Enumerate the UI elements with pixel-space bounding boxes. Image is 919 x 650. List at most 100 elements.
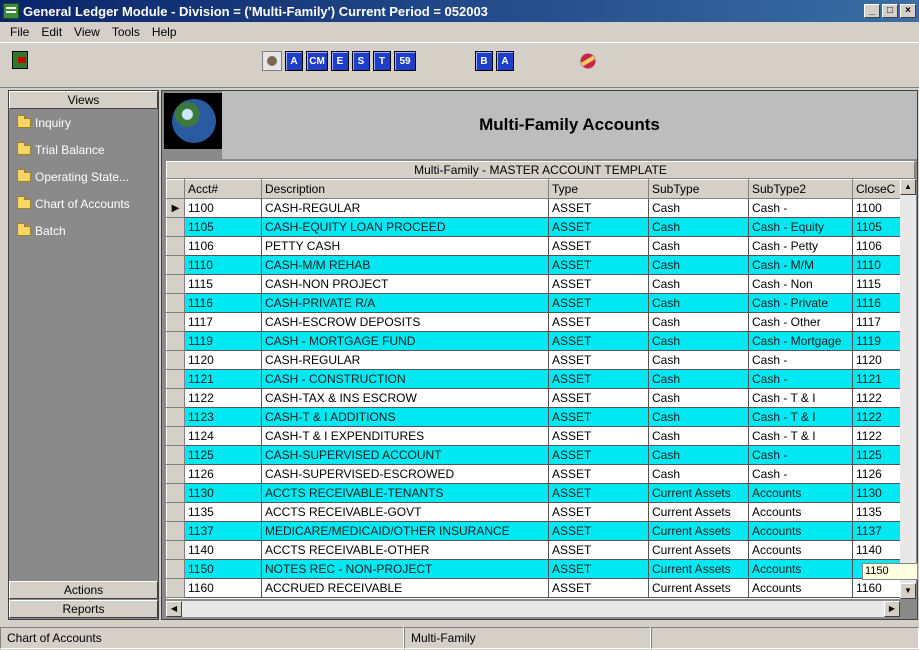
column-header-acct[interactable]: Acct# <box>184 179 262 199</box>
cell-type[interactable]: ASSET <box>548 521 649 541</box>
cell-type[interactable]: ASSET <box>548 502 649 522</box>
cell-subtype2[interactable]: Cash - Mortgage <box>748 331 853 351</box>
row-selector[interactable] <box>166 578 185 598</box>
cell-subtype2[interactable]: Accounts <box>748 578 853 598</box>
cell-description[interactable]: ACCTS RECEIVABLE-TENANTS <box>261 483 549 503</box>
cell-acct[interactable]: 1115 <box>184 274 262 294</box>
sidebar-item-operating-statement[interactable]: Operating State... <box>9 163 158 190</box>
cell-type[interactable]: ASSET <box>548 464 649 484</box>
cell-subtype2[interactable]: Cash - <box>748 350 853 370</box>
column-header-subtype2[interactable]: SubType2 <box>748 179 853 199</box>
cell-description[interactable]: ACCTS RECEIVABLE-OTHER <box>261 540 549 560</box>
row-selector[interactable] <box>166 331 185 351</box>
scroll-down-button[interactable]: ▼ <box>900 583 916 599</box>
menu-file[interactable]: File <box>4 25 35 39</box>
cell-subtype[interactable]: Cash <box>648 331 749 351</box>
cell-subtype2[interactable]: Cash - <box>748 198 853 218</box>
table-row[interactable]: 1105 CASH-EQUITY LOAN PROCEED ASSET Cash Cas… <box>166 217 900 237</box>
row-selector[interactable] <box>166 388 185 408</box>
cell-closec[interactable]: 1122 <box>852 426 900 446</box>
row-selector[interactable] <box>166 274 185 294</box>
toolbar-button-a[interactable]: A <box>285 51 303 71</box>
cell-acct[interactable]: 1119 <box>184 331 262 351</box>
cell-subtype2[interactable]: Cash - Petty <box>748 236 853 256</box>
row-selector[interactable] <box>166 426 185 446</box>
cell-acct[interactable]: 1140 <box>184 540 262 560</box>
table-row[interactable]: 1124 CASH-T & I EXPENDITURES ASSET Cash Cash… <box>166 426 900 446</box>
cell-subtype[interactable]: Cash <box>648 407 749 427</box>
table-row[interactable]: 1135 ACCTS RECEIVABLE-GOVT ASSET Current As… <box>166 502 900 522</box>
cell-acct[interactable]: 1105 <box>184 217 262 237</box>
cell-subtype[interactable]: Cash <box>648 350 749 370</box>
cell-subtype[interactable]: Current Assets <box>648 483 749 503</box>
cell-subtype2[interactable]: Accounts <box>748 540 853 560</box>
cell-subtype2[interactable]: Cash - <box>748 445 853 465</box>
cell-acct[interactable]: 1122 <box>184 388 262 408</box>
cell-acct[interactable]: 1106 <box>184 236 262 256</box>
cell-closec[interactable]: 1130 <box>852 483 900 503</box>
table-row[interactable]: 1150 NOTES REC - NON-PROJECT ASSET Current … <box>166 559 900 579</box>
cell-subtype2[interactable]: Accounts <box>748 483 853 503</box>
cell-type[interactable]: ASSET <box>548 350 649 370</box>
cell-description[interactable]: CASH-REGULAR <box>261 350 549 370</box>
cell-description[interactable]: CASH-T & I ADDITIONS <box>261 407 549 427</box>
cell-type[interactable]: ASSET <box>548 293 649 313</box>
cell-acct[interactable]: 1123 <box>184 407 262 427</box>
cell-description[interactable]: CASH-EQUITY LOAN PROCEED <box>261 217 549 237</box>
row-selector[interactable] <box>166 464 185 484</box>
toolbar-button-s[interactable]: S <box>352 51 370 71</box>
cell-subtype[interactable]: Current Assets <box>648 559 749 579</box>
table-row[interactable]: 1115 CASH-NON PROJECT ASSET Cash Cash - Non 1… <box>166 274 900 294</box>
cell-subtype2[interactable]: Cash - Private <box>748 293 853 313</box>
cell-closec[interactable]: 1135 <box>852 502 900 522</box>
cell-description[interactable]: CASH-M/M REHAB <box>261 255 549 275</box>
cell-description[interactable]: CASH-TAX & INS ESCROW <box>261 388 549 408</box>
cell-description[interactable]: CASH-NON PROJECT <box>261 274 549 294</box>
cell-subtype[interactable]: Cash <box>648 369 749 389</box>
row-selector[interactable] <box>166 369 185 389</box>
cell-subtype2[interactable]: Cash - <box>748 369 853 389</box>
table-row[interactable]: 1125 CASH-SUPERVISED ACCOUNT ASSET Cash Cash… <box>166 445 900 465</box>
cell-description[interactable]: MEDICARE/MEDICAID/OTHER INSURANCE <box>261 521 549 541</box>
column-header-type[interactable]: Type <box>548 179 649 199</box>
scroll-right-button[interactable]: ▶ <box>884 601 900 617</box>
table-row[interactable]: 1119 CASH - MORTGAGE FUND ASSET Cash Cash - … <box>166 331 900 351</box>
cell-subtype2[interactable]: Cash - Non <box>748 274 853 294</box>
column-header-description[interactable]: Description <box>261 179 549 199</box>
book-icon[interactable] <box>578 51 598 71</box>
cell-subtype[interactable]: Cash <box>648 217 749 237</box>
row-selector[interactable]: ▶ <box>166 198 185 218</box>
cell-acct[interactable]: 1125 <box>184 445 262 465</box>
cell-description[interactable]: ACCTS RECEIVABLE-GOVT <box>261 502 549 522</box>
cell-subtype[interactable]: Cash <box>648 293 749 313</box>
cell-acct[interactable]: 1117 <box>184 312 262 332</box>
cell-subtype[interactable]: Current Assets <box>648 502 749 522</box>
cell-acct[interactable]: 1120 <box>184 350 262 370</box>
sidebar-item-inquiry[interactable]: Inquiry <box>9 109 158 136</box>
cell-subtype2[interactable]: Cash - Other <box>748 312 853 332</box>
cell-type[interactable]: ASSET <box>548 426 649 446</box>
row-selector[interactable] <box>166 540 185 560</box>
cell-type[interactable]: ASSET <box>548 578 649 598</box>
toolbar-button-cm[interactable]: CM <box>306 51 328 71</box>
toolbar-button-b[interactable]: B <box>475 51 493 71</box>
menu-help[interactable]: Help <box>146 25 183 39</box>
cell-subtype[interactable]: Cash <box>648 445 749 465</box>
cell-description[interactable]: NOTES REC - NON-PROJECT <box>261 559 549 579</box>
cell-subtype[interactable]: Cash <box>648 255 749 275</box>
table-row[interactable]: 1137 MEDICARE/MEDICAID/OTHER INSURANCE ASS… <box>166 521 900 541</box>
horizontal-scrollbar[interactable]: ◀ ▶ <box>166 601 900 617</box>
cell-description[interactable]: CASH-SUPERVISED-ESCROWED <box>261 464 549 484</box>
cell-subtype2[interactable]: Accounts <box>748 502 853 522</box>
row-selector[interactable] <box>166 445 185 465</box>
table-row[interactable]: 1122 CASH-TAX & INS ESCROW ASSET Cash Cash -… <box>166 388 900 408</box>
cell-closec[interactable]: 1121 <box>852 369 900 389</box>
table-row[interactable]: 1140 ACCTS RECEIVABLE-OTHER ASSET Current A… <box>166 540 900 560</box>
cell-closec[interactable]: 1140 <box>852 540 900 560</box>
cell-description[interactable]: CASH-PRIVATE R/A <box>261 293 549 313</box>
cell-subtype2[interactable]: Cash - T & I <box>748 426 853 446</box>
scroll-left-button[interactable]: ◀ <box>166 601 182 617</box>
table-row[interactable]: 1121 CASH - CONSTRUCTION ASSET Cash Cash -11… <box>166 369 900 389</box>
views-header[interactable]: Views <box>9 91 158 109</box>
cell-closec[interactable]: 1115 <box>852 274 900 294</box>
